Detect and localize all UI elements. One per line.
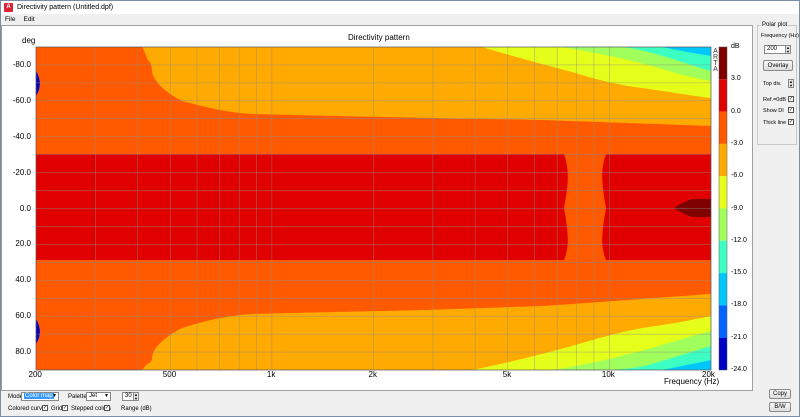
- colorbar-tick-label: 3.0: [731, 75, 741, 83]
- title-bar: A Directivity pattern (Untitled.dpf): [1, 1, 799, 14]
- colorbar-tick-label: -6.0: [731, 172, 744, 180]
- plot-area: Directivity pattern deg Frequency (Hz) d…: [1, 25, 753, 391]
- palette-select[interactable]: Jet ▼: [86, 392, 111, 401]
- stepped-colors-checkbox[interactable]: ✓: [104, 405, 110, 411]
- mode-select[interactable]: Color map ▼: [21, 392, 59, 401]
- palette-dropdown-icon: ▼: [104, 393, 109, 399]
- range-spin-arrows[interactable]: ▲ ▼: [133, 392, 139, 401]
- top-div-spin-arrows[interactable]: ▲ ▼: [788, 79, 794, 88]
- frequency-label: Frequency (Hz): [761, 33, 799, 39]
- colorbar-swatch: [719, 240, 727, 274]
- directivity-plot: [35, 46, 728, 371]
- mode-value: Color map: [24, 393, 54, 399]
- palette-label: Palette: [68, 394, 87, 400]
- central-notch: [564, 154, 606, 260]
- polar-plot-group: Polar plot Frequency (Hz) 200 ▲ ▼ Overlay…: [757, 22, 799, 145]
- colorbar-swatch: [719, 273, 727, 306]
- colorbar: [718, 46, 728, 371]
- x-tick-label: 200: [28, 370, 42, 379]
- mode-dropdown-icon: ▼: [52, 393, 57, 399]
- y-tick-label: 20.0: [15, 239, 31, 249]
- plot-title: Directivity pattern: [348, 33, 410, 42]
- thick-line-label: Thick line: [763, 120, 787, 126]
- side-panel: Polar plot Frequency (Hz) 200 ▲ ▼ Overlay…: [754, 19, 799, 399]
- frequency-spin-arrows[interactable]: ▲ ▼: [785, 45, 791, 54]
- y-tick-label: -20.0: [12, 167, 31, 177]
- frequency-value: 200: [767, 46, 778, 52]
- x-tick-label: 1k: [266, 370, 276, 379]
- y-tick-label: 40.0: [15, 275, 31, 285]
- colored-curves-checkbox[interactable]: ✓: [42, 405, 48, 411]
- range-value: 30: [125, 393, 132, 399]
- x-tick-label: 2k: [368, 370, 377, 379]
- bottom-controls: Mode Color map ▼ Palette Jet ▼ 30 ▲ ▼ Col…: [1, 391, 753, 417]
- y-tick-label: 80.0: [15, 347, 31, 357]
- colorbar-unit: dB: [731, 43, 740, 50]
- overlay-button[interactable]: Overlay: [763, 60, 793, 71]
- colorbar-tick-label: 0.0: [731, 107, 741, 115]
- copy-button[interactable]: Copy: [769, 389, 791, 399]
- colorbar-tick-label: -12.0: [731, 236, 747, 244]
- x-tick-label: 500: [162, 370, 177, 379]
- colorbar-tick-label: -9.0: [731, 204, 744, 212]
- colorbar-tick-label: -15.0: [731, 269, 747, 277]
- colorbar-swatch: [719, 47, 727, 80]
- frequency-spinner[interactable]: 200 ▲ ▼: [764, 45, 791, 54]
- y-tick-label: 0.0: [19, 203, 31, 213]
- y-tick-label: 60.0: [15, 311, 31, 321]
- thick-line-checkbox[interactable]: ✓: [788, 119, 794, 125]
- level-minus6-minus3-top-left: [36, 47, 152, 71]
- x-tick-label: 10k: [601, 370, 615, 379]
- grid-checkbox[interactable]: ✓: [62, 405, 68, 411]
- y-tick-label: -40.0: [12, 131, 31, 141]
- colorbar-swatch: [719, 176, 727, 209]
- ref-0db-checkbox[interactable]: ✓: [788, 96, 794, 102]
- colorbar-swatch: [719, 305, 727, 338]
- colorbar-swatch: [719, 143, 727, 177]
- palette-value: Jet: [89, 393, 98, 399]
- y-tick-label: -80.0: [12, 59, 31, 69]
- colorbar-tick-label: -18.0: [731, 301, 747, 309]
- colorbar-swatch: [719, 79, 727, 112]
- colorbar-tick-label: -3.0: [731, 139, 744, 147]
- app-icon: A: [4, 3, 13, 12]
- show-di-checkbox[interactable]: ✓: [788, 107, 794, 113]
- polar-plot-title: Polar plot: [761, 22, 789, 28]
- watermark-text: ARTA: [712, 48, 719, 72]
- grid-label: Grid: [51, 406, 63, 412]
- menu-edit[interactable]: Edit: [19, 16, 38, 23]
- window-title: Directivity pattern (Untitled.dpf): [17, 4, 114, 11]
- show-di-label: Show DI: [763, 108, 784, 114]
- range-db-label: Range (dB): [121, 406, 152, 412]
- bw-button[interactable]: B/W: [769, 402, 791, 412]
- colorbar-swatch: [719, 208, 727, 241]
- menu-bar: File Edit: [1, 14, 799, 24]
- range-spinner[interactable]: 30 ▲ ▼: [122, 392, 139, 401]
- menu-file[interactable]: File: [1, 16, 19, 23]
- y-tick-label: -60.0: [12, 95, 31, 105]
- x-tick-label: 5k: [502, 370, 512, 379]
- ref-0db-label: Ref.=0dB: [763, 97, 787, 103]
- colorbar-swatch: [719, 337, 727, 370]
- top-div-label: Top div.: [763, 81, 782, 87]
- y-unit-label: deg: [22, 36, 36, 45]
- x-tick-label: 20k: [702, 370, 715, 379]
- colorbar-tick-label: -24.0: [731, 366, 747, 373]
- level-minus6-minus3-bottom-left: [36, 358, 152, 370]
- colorbar-swatch: [719, 111, 727, 144]
- directivity-window: A Directivity pattern (Untitled.dpf) Fil…: [0, 0, 800, 417]
- colorbar-tick-label: -21.0: [731, 333, 747, 341]
- arta-watermark: ARTA: [711, 48, 719, 75]
